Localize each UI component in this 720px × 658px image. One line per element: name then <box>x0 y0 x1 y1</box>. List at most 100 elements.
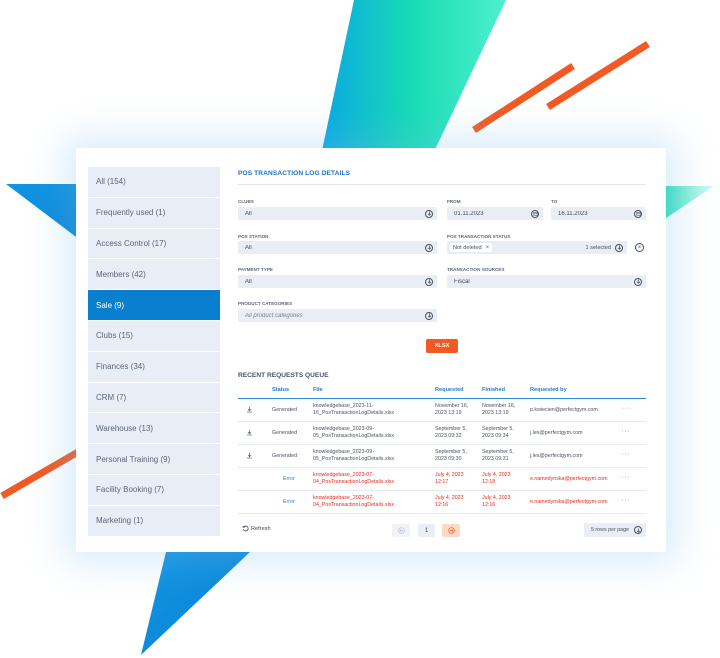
status-text: Generated <box>272 430 298 436</box>
pos-station-value: All <box>245 244 252 251</box>
status-multiselect[interactable]: Not deleted × 1 selected <box>447 241 627 254</box>
prev-page-button[interactable] <box>392 524 410 537</box>
page-number[interactable]: 1 <box>418 524 435 537</box>
file-name-line: 16_PosTransactionLogDetails.xlsx <box>313 410 395 417</box>
table-row: Error knowledgebase_2023-07- 04_PosTransac… <box>238 468 646 491</box>
from-date-value: 01.11.2023 <box>454 210 484 217</box>
sidebar-item[interactable]: Members (42) <box>88 259 220 290</box>
calendar-icon[interactable] <box>531 209 539 218</box>
table-row: Generated knowledgebase_2023-11- 16_PosTra… <box>238 399 646 422</box>
pos-station-select[interactable]: All <box>238 241 437 254</box>
requested-date: September 5, 2023 09:32 <box>435 426 467 441</box>
product-categories-select[interactable]: All product categories <box>238 309 437 322</box>
requested-by: e.namedynska@perfectgym.com <box>530 499 608 505</box>
requested-line: November 16, <box>435 403 469 409</box>
export-xlsx-button[interactable]: XLSX <box>426 339 458 353</box>
finished-date: July 4, 2023 12:18 <box>482 472 511 487</box>
clubs-select[interactable]: All <box>238 207 437 220</box>
col-status: Status <box>272 387 290 393</box>
arrow-right-icon <box>447 527 455 534</box>
file-name-line: knowledgebase_2023-11- <box>313 403 374 409</box>
refresh-label: Refresh <box>251 525 271 532</box>
file-name[interactable]: knowledgebase_2023-09- 05_PosTransactionL… <box>313 449 394 464</box>
requested-date: November 16, 2023 13:19 <box>435 403 468 418</box>
chevron-down-icon <box>425 209 433 218</box>
blue-triangle-bottom <box>141 552 250 655</box>
clubs-value: All <box>245 210 252 217</box>
file-name[interactable]: knowledgebase_2023-09- 05_PosTransactionL… <box>313 426 394 441</box>
requested-line: 12:17 <box>435 479 449 486</box>
col-requested: Requested <box>435 387 464 393</box>
requested-line: September 5, <box>435 449 467 455</box>
more-options-icon[interactable]: ··· <box>622 497 631 504</box>
requested-line: 2023 09:32 <box>435 433 462 440</box>
requested-date: September 5, 2023 09:30 <box>435 449 467 464</box>
more-options-icon[interactable]: ··· <box>622 451 631 458</box>
sidebar-item[interactable]: Marketing (1) <box>88 505 220 536</box>
chip-remove-icon[interactable]: × <box>486 245 490 251</box>
file-name-line: knowledgebase_2023-09- <box>313 449 374 455</box>
rows-per-page-select[interactable]: 5 rows per page <box>584 523 646 537</box>
requested-by: j.les@perfectgym.com <box>530 453 583 459</box>
finished-line: July 4, 2023 <box>482 472 511 478</box>
sidebar-item[interactable]: Facility Booking (7) <box>88 474 220 505</box>
more-options-icon[interactable]: ··· <box>622 405 631 412</box>
sidebar-item[interactable]: Clubs (15) <box>88 320 220 351</box>
queue-title: RECENT REQUESTS QUEUE <box>238 372 329 379</box>
download-icon[interactable] <box>246 452 253 459</box>
from-label: FROM <box>447 199 461 204</box>
download-icon[interactable] <box>246 429 253 436</box>
col-file: File <box>313 387 323 393</box>
more-options-icon[interactable]: ··· <box>622 474 631 481</box>
orange-stripe-3 <box>0 448 80 500</box>
finished-date: November 16, 2023 13:19 <box>482 403 515 418</box>
requested-line: 2023 09:30 <box>435 456 462 463</box>
requested-line: 12:16 <box>435 502 449 509</box>
requested-date: July 4, 2023 12:17 <box>435 472 464 487</box>
transaction-sources-select[interactable]: Fiscal <box>447 275 646 288</box>
file-name: knowledgebase_2023-07- 04_PosTransactionL… <box>313 472 394 487</box>
finished-line: 12:16 <box>482 502 496 509</box>
file-name[interactable]: knowledgebase_2023-11- 16_PosTransactionL… <box>313 403 394 418</box>
payment-type-select[interactable]: All <box>238 275 437 288</box>
sidebar-item[interactable]: Finances (34) <box>88 351 220 382</box>
status-chip: Not deleted × <box>450 243 493 252</box>
report-card: All (154) Frequently used (1) Access Contr… <box>76 148 666 552</box>
report-title: POS TRANSACTION LOG DETAILS <box>238 170 351 177</box>
sidebar-item[interactable]: Frequently used (1) <box>88 197 220 228</box>
more-options-icon[interactable]: ··· <box>622 428 631 435</box>
sidebar-item[interactable]: Personal Training (9) <box>88 444 220 474</box>
status-selected-count: 1 selected <box>585 244 612 251</box>
payment-type-value: All <box>245 278 252 285</box>
download-icon[interactable] <box>246 406 253 413</box>
to-date-field[interactable]: 16.11.2023 <box>551 207 646 220</box>
sidebar-item[interactable]: Access Control (17) <box>88 228 220 259</box>
calendar-icon[interactable] <box>634 209 642 218</box>
finished-line: September 5, <box>482 449 514 455</box>
transaction-sources-label: TRANSACTION SOURCES <box>447 267 505 272</box>
next-page-button[interactable] <box>442 524 460 537</box>
clear-status-icon[interactable]: × <box>635 243 644 252</box>
file-name: knowledgebase_2023-07- 04_PosTransactionL… <box>313 495 394 510</box>
file-name-line: 05_PosTransactionLogDetails.xlsx <box>313 433 395 440</box>
sidebar-item[interactable]: Sale (9) <box>88 290 220 320</box>
file-name-line: 04_PosTransactionLogDetails.xlsx <box>313 502 395 509</box>
sidebar-item[interactable]: Warehouse (13) <box>88 413 220 444</box>
finished-line: July 4, 2023 <box>482 495 511 501</box>
requested-by: j.les@perfectgym.com <box>530 430 583 436</box>
finished-date: September 5, 2023 09:31 <box>482 449 514 464</box>
status-text: Error <box>283 499 295 505</box>
chevron-down-icon <box>634 526 642 534</box>
finished-line: 2023 09:31 <box>482 456 509 463</box>
clubs-label: CLUBS <box>238 199 254 204</box>
status-text: Error <box>283 476 295 482</box>
sidebar-item[interactable]: CRM (7) <box>88 382 220 413</box>
row-divider <box>238 513 646 514</box>
sidebar-item[interactable]: All (154) <box>88 167 220 197</box>
refresh-button[interactable]: Refresh <box>242 525 271 532</box>
requested-by: p.kwiecien@perfectgym.com <box>530 407 598 413</box>
report-content: POS TRANSACTION LOG DETAILS CLUBS All FR… <box>238 148 646 552</box>
from-date-field[interactable]: 01.11.2023 <box>447 207 543 220</box>
report-category-sidebar: All (154) Frequently used (1) Access Contr… <box>88 167 220 537</box>
title-divider <box>238 184 646 185</box>
